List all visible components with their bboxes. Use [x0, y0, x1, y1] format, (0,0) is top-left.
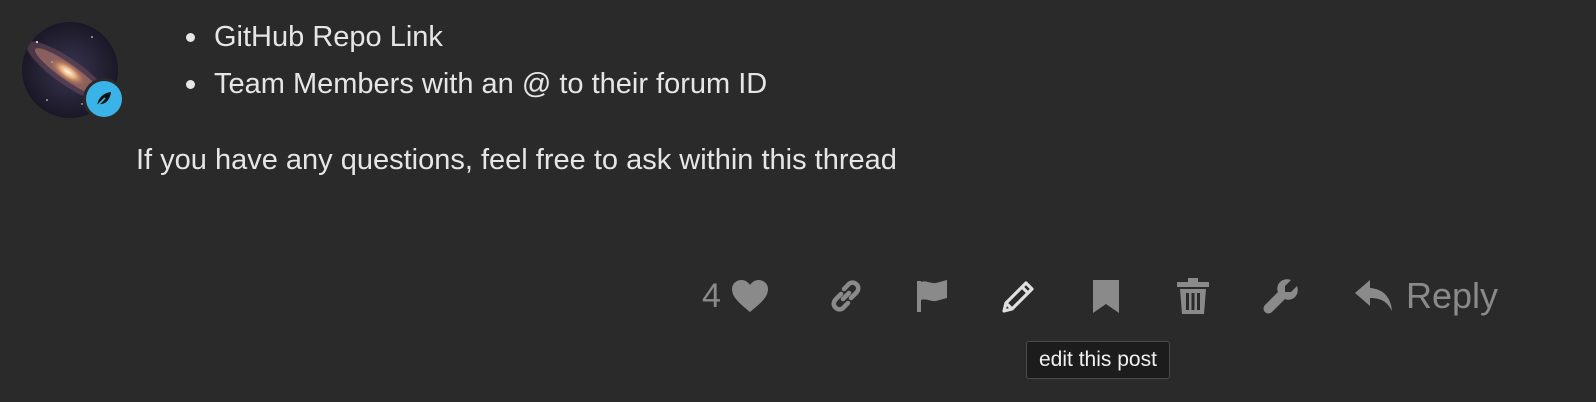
link-icon [831, 280, 861, 312]
pencil-icon [1002, 281, 1034, 313]
post-bullet-list: GitHub Repo Link Team Members with an @ … [186, 14, 767, 108]
wrench-icon [1263, 279, 1298, 314]
leaf-icon [96, 92, 111, 107]
flag-icon [917, 280, 947, 312]
list-item: Team Members with an @ to their forum ID [186, 61, 767, 108]
list-item-text: Team Members with an @ to their forum ID [214, 68, 768, 100]
reply-arrow-icon [1355, 280, 1392, 311]
bullet-dot [186, 80, 195, 89]
flag-button[interactable] [914, 272, 950, 320]
delete-button[interactable] [1176, 272, 1210, 320]
admin-wrench-button[interactable] [1262, 272, 1300, 320]
bullet-dot [186, 33, 195, 42]
trash-icon [1177, 278, 1209, 314]
user-flair-badge [83, 78, 125, 120]
list-item-text: GitHub Repo Link [214, 21, 443, 53]
like-button[interactable]: 4 [702, 272, 769, 320]
post-actions-bar: 4 Reply [0, 272, 1596, 320]
heart-icon [731, 280, 768, 312]
post-paragraph: If you have any questions, feel free to … [136, 144, 897, 176]
share-link-button[interactable] [828, 272, 864, 320]
badge-circle [86, 81, 122, 117]
edit-tooltip: edit this post [1026, 341, 1170, 379]
bookmark-icon [1093, 280, 1119, 313]
reply-label: Reply [1406, 275, 1499, 316]
edit-button[interactable] [1000, 272, 1038, 320]
like-count: 4 [702, 276, 721, 315]
bookmark-button[interactable] [1090, 272, 1122, 320]
list-item: GitHub Repo Link [186, 14, 767, 61]
reply-button[interactable]: Reply [1354, 272, 1498, 320]
